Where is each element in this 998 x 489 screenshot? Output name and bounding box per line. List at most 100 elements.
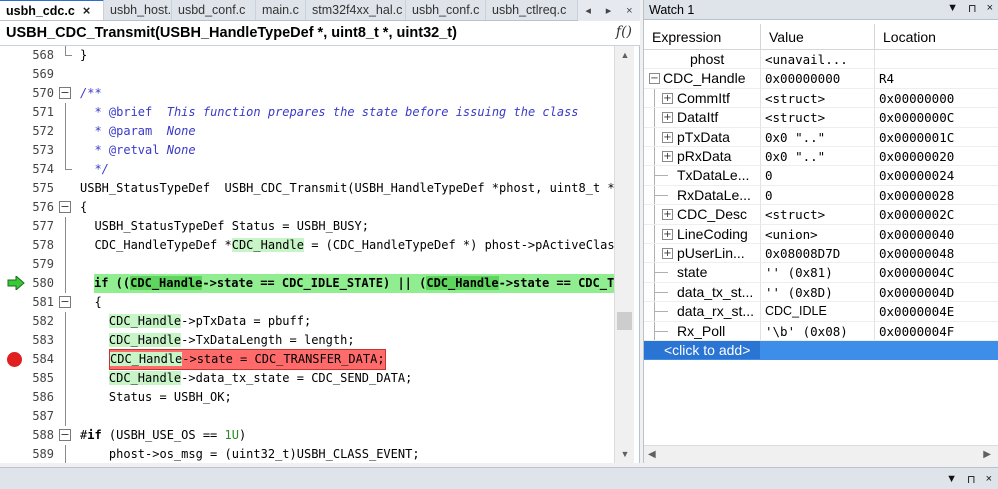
watch-value-cell[interactable]: 0 bbox=[761, 185, 875, 206]
breakpoint-gutter[interactable] bbox=[0, 160, 28, 179]
breakpoint-gutter[interactable] bbox=[0, 369, 28, 388]
watch-value-cell[interactable]: 0 bbox=[761, 166, 875, 186]
watch-expression-cell[interactable]: + pTxData bbox=[644, 127, 761, 147]
watch-row[interactable]: − CDC_Handle 0x00000000 R4 bbox=[644, 69, 998, 89]
code-line[interactable]: 586 Status = USBH_OK; bbox=[0, 388, 614, 407]
watch-expression-cell[interactable]: + DataItf bbox=[644, 108, 761, 128]
watch-row[interactable]: phost <unavail... bbox=[644, 50, 998, 70]
breakpoint-gutter[interactable] bbox=[0, 65, 28, 84]
breakpoint-gutter[interactable] bbox=[0, 312, 28, 331]
tab-usbh-host[interactable]: usbh_host.c bbox=[104, 0, 172, 20]
scroll-up-icon[interactable]: ▲ bbox=[615, 46, 635, 64]
code-line[interactable]: 579 bbox=[0, 255, 614, 274]
dropdown-icon[interactable]: ▼ bbox=[947, 2, 958, 15]
watch-value-cell[interactable]: <struct> bbox=[761, 205, 875, 225]
watch-expression-cell[interactable]: Rx_Poll bbox=[644, 321, 761, 341]
breakpoint-gutter[interactable] bbox=[0, 388, 28, 407]
code-line[interactable]: 571 * @brief This function prepares the … bbox=[0, 103, 614, 122]
watch-expression-cell[interactable]: + CommItf bbox=[644, 88, 761, 109]
column-header-location[interactable]: Location bbox=[875, 24, 998, 50]
watch-expression-cell[interactable]: RxDataLe... bbox=[644, 185, 761, 206]
code-line[interactable]: 575 USBH_StatusTypeDef USBH_CDC_Transmit(… bbox=[0, 179, 614, 198]
watch-value-cell[interactable]: '' (0x81) bbox=[761, 263, 875, 283]
breakpoint-gutter[interactable] bbox=[0, 407, 28, 426]
tree-expand-icon[interactable]: + bbox=[662, 92, 673, 104]
watch-row[interactable]: data_rx_st... CDC_IDLE 0x0000004E bbox=[644, 302, 998, 322]
watch-expression-cell[interactable]: TxDataLe... bbox=[644, 166, 761, 186]
watch-add-row[interactable]: <click to add> bbox=[644, 341, 998, 361]
column-header-value[interactable]: Value bbox=[761, 24, 875, 50]
watch-value-cell[interactable]: CDC_IDLE bbox=[761, 302, 875, 322]
breakpoint-gutter[interactable] bbox=[0, 141, 28, 160]
breakpoint-gutter[interactable] bbox=[0, 236, 28, 255]
watch-row[interactable]: RxDataLe... 0 0x00000028 bbox=[644, 185, 998, 206]
breakpoint-gutter[interactable] bbox=[0, 331, 28, 350]
code-line[interactable]: 569 bbox=[0, 65, 614, 84]
watch-value-cell[interactable]: 0x08008D7D bbox=[761, 244, 875, 264]
code-line[interactable]: 587 bbox=[0, 407, 614, 426]
watch-expression-cell[interactable]: + CDC_Desc bbox=[644, 205, 761, 225]
breakpoint-gutter[interactable] bbox=[0, 122, 28, 141]
code-line[interactable]: 572 * @param None bbox=[0, 122, 614, 141]
tab-scroll-right-icon[interactable]: ▸ bbox=[606, 4, 612, 17]
breakpoint-gutter[interactable] bbox=[0, 46, 28, 65]
watch-expression-cell[interactable]: data_tx_st... bbox=[644, 282, 761, 303]
watch-expression-cell[interactable]: + pRxData bbox=[644, 147, 761, 167]
watch-value-cell[interactable]: <union> bbox=[761, 224, 875, 244]
watch-expression-cell[interactable]: <click to add> bbox=[644, 341, 761, 361]
code-line[interactable]: 576−{ bbox=[0, 198, 614, 217]
code-line[interactable]: 589 phost->os_msg = (uint32_t)USBH_CLASS… bbox=[0, 445, 614, 463]
watch-row[interactable]: + pTxData 0x0 ".." 0x0000001C bbox=[644, 127, 998, 147]
code-line[interactable]: 570−/** bbox=[0, 84, 614, 103]
scrollbar-thumb[interactable] bbox=[617, 312, 632, 330]
watch-row[interactable]: + CDC_Desc <struct> 0x0000002C bbox=[644, 205, 998, 225]
code-area[interactable]: 568} 569 570−/** 571 * @brief This function… bbox=[0, 46, 614, 463]
fold-collapse-icon[interactable]: − bbox=[59, 429, 71, 441]
breakpoint-gutter[interactable] bbox=[0, 103, 28, 122]
breakpoint-gutter[interactable] bbox=[0, 445, 28, 463]
breakpoint-gutter[interactable] bbox=[0, 217, 28, 236]
tab-stm32f4xx-hal[interactable]: stm32f4xx_hal.c bbox=[306, 0, 406, 20]
scroll-left-icon[interactable]: ◀ bbox=[648, 449, 656, 460]
breakpoint-gutter[interactable] bbox=[0, 84, 28, 103]
column-header-expression[interactable]: Expression bbox=[644, 24, 761, 50]
tree-expand-icon[interactable]: + bbox=[662, 112, 673, 124]
code-line[interactable]: 574 */ bbox=[0, 160, 614, 179]
code-line[interactable]: 568} bbox=[0, 46, 614, 65]
watch-row[interactable]: state '' (0x81) 0x0000004C bbox=[644, 263, 998, 283]
watch-value-cell[interactable] bbox=[761, 341, 875, 361]
tab-close-all-icon[interactable]: × bbox=[626, 5, 632, 17]
close-icon[interactable]: × bbox=[986, 473, 992, 486]
watch-expression-cell[interactable]: + LineCoding bbox=[644, 224, 761, 244]
code-line[interactable]: 584 CDC_Handle->state = CDC_TRANSFER_DATA… bbox=[0, 349, 614, 370]
fold-collapse-icon[interactable]: − bbox=[59, 296, 71, 308]
tab-usbh-cdc[interactable]: usbh_cdc.c × bbox=[0, 0, 104, 20]
watch-value-cell[interactable]: <struct> bbox=[761, 108, 875, 128]
breakpoint-gutter[interactable] bbox=[0, 293, 28, 312]
close-icon[interactable]: × bbox=[83, 3, 91, 18]
code-line[interactable]: 580 if ((CDC_Handle->state == CDC_IDLE_ST… bbox=[0, 274, 614, 293]
watch-horizontal-scrollbar[interactable]: ◀ ▶ bbox=[644, 445, 998, 463]
code-line[interactable]: 585 CDC_Handle->data_tx_state = CDC_SEND… bbox=[0, 369, 614, 388]
watch-value-cell[interactable]: <unavail... bbox=[761, 50, 875, 70]
watch-row[interactable]: Rx_Poll '\b' (0x08) 0x0000004F bbox=[644, 321, 998, 341]
breakpoint-gutter[interactable] bbox=[0, 426, 28, 445]
code-line[interactable]: 581− { bbox=[0, 293, 614, 312]
tree-expand-icon[interactable]: + bbox=[662, 131, 673, 143]
scroll-right-icon[interactable]: ▶ bbox=[983, 449, 991, 460]
watch-value-cell[interactable]: 0x0 ".." bbox=[761, 147, 875, 167]
breakpoint-gutter[interactable] bbox=[0, 255, 28, 274]
watch-row[interactable]: TxDataLe... 0 0x00000024 bbox=[644, 166, 998, 186]
code-line[interactable]: 583 CDC_Handle->TxDataLength = length; bbox=[0, 331, 614, 350]
breakpoint-gutter[interactable] bbox=[0, 350, 28, 369]
close-icon[interactable]: × bbox=[987, 2, 993, 15]
editor-vertical-scrollbar[interactable]: ▲ ▼ bbox=[614, 46, 634, 463]
code-line[interactable]: 573 * @retval None bbox=[0, 141, 614, 160]
tab-main[interactable]: main.c bbox=[256, 0, 306, 20]
breakpoint-gutter[interactable] bbox=[0, 198, 28, 217]
tree-expand-icon[interactable]: + bbox=[662, 151, 673, 162]
function-list-icon[interactable]: f() bbox=[616, 24, 632, 40]
code-line[interactable]: 588− #if (USBH_USE_OS == 1U) bbox=[0, 426, 614, 445]
tree-collapse-icon[interactable]: − bbox=[649, 73, 660, 85]
watch-expression-cell[interactable]: data_rx_st... bbox=[644, 302, 761, 322]
